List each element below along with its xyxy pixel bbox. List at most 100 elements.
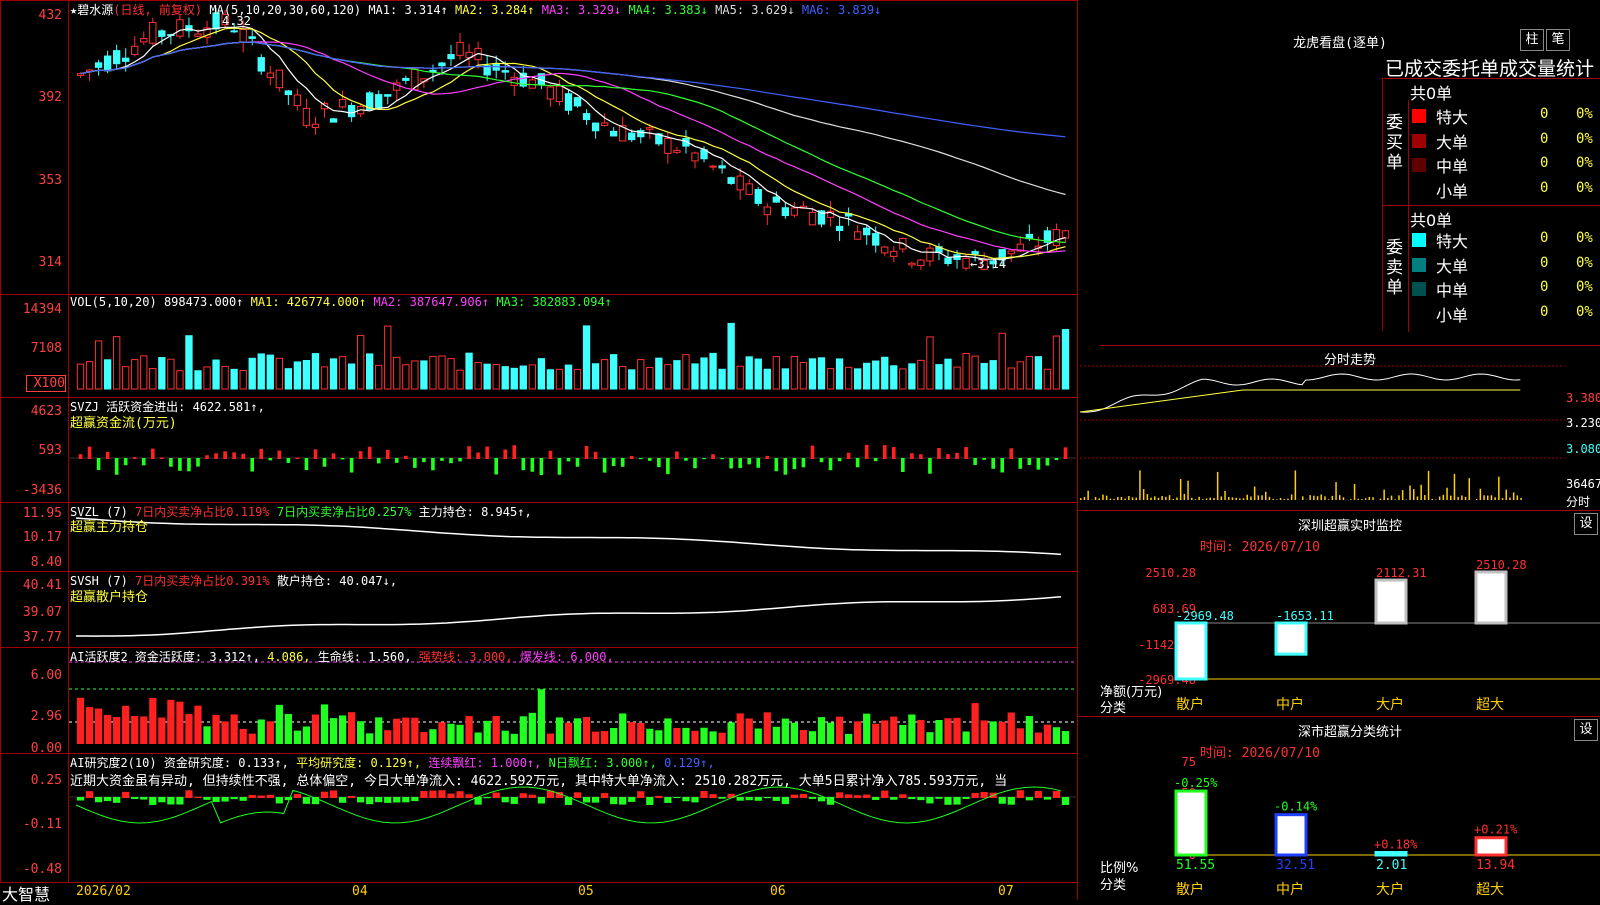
intraday-volume-bar [1269,497,1271,500]
intraday-volume-bar [1176,497,1178,500]
intraday-volume-bar [1113,499,1115,500]
classify-value-label: 51.55 [1176,858,1215,873]
intraday-volume-bar [1136,498,1138,500]
intraday-volume-bar [1261,495,1263,500]
intraday-volume-bar [1247,495,1249,500]
intraday-volume-bar [1428,471,1430,500]
intraday-volume-bar [1169,495,1171,500]
intraday-volume-bar [1147,494,1149,500]
intraday-volume-bar [1195,499,1197,500]
intraday-volume-bar [1180,479,1182,500]
monitor-bar [1276,623,1306,654]
intraday-volume-bar [1198,497,1200,500]
monitor-bar-label: -1653.11 [1276,609,1334,623]
intraday-volume-bar [1132,497,1134,500]
intraday-volume-bar [1280,498,1282,500]
intraday-volume-bar [1358,499,1360,500]
intraday-volume-bar [1158,498,1160,500]
classify-value-label: 13.94 [1476,858,1515,873]
intraday-volume-bar [1480,489,1482,500]
intraday-volume-bar [1254,487,1256,500]
classify-category-label: 大户 [1376,881,1404,898]
classify-change-label: +0.21% [1474,823,1518,837]
intraday-volume-bar [1454,474,1456,500]
monitor-bar [1476,572,1506,623]
intraday-volume-bar [1121,497,1123,500]
classify-change-label: -0.25% [1174,776,1218,790]
intraday-volume-bar [1391,496,1393,500]
intraday-volume-bar [1139,470,1141,500]
intraday-volume-bar [1161,496,1163,500]
intraday-volume-bar [1446,488,1448,500]
intraday-volume-bar [1173,499,1175,500]
classify-bar [1376,853,1406,855]
intraday-volume-bar [1284,499,1286,500]
intraday-volume-bar [1332,496,1334,500]
intraday-volume-bar [1372,497,1374,500]
intraday-volume-bar [1224,491,1226,500]
intraday-volume-bar [1335,482,1337,500]
right-chart-canvas: -2969.48散户-1653.11中户2112.31大户2510.28超大-0… [0,0,1600,900]
intraday-volume-bar [1450,496,1452,500]
intraday-volume-bar [1413,489,1415,500]
intraday-volume-bar [1424,495,1426,500]
intraday-volume-bar [1287,499,1289,500]
intraday-volume-bar [1213,498,1215,500]
intraday-volume-bar [1443,495,1445,500]
intraday-volume-bar [1184,494,1186,500]
intraday-volume-bar [1513,492,1515,500]
intraday-volume-bar [1520,498,1522,500]
intraday-volume-bar [1483,495,1485,500]
intraday-volume-bar [1361,499,1363,500]
intraday-volume-bar [1365,498,1367,500]
intraday-volume-bar [1457,497,1459,500]
intraday-volume-bar [1309,495,1311,500]
intraday-volume-bar [1258,495,1260,500]
intraday-volume-bar [1302,496,1304,500]
intraday-volume-bar [1339,495,1341,500]
intraday-volume-bar [1243,498,1245,500]
intraday-avg-line [1080,390,1520,412]
intraday-volume-bar [1106,496,1108,500]
monitor-bar-label: -2969.48 [1176,609,1234,623]
intraday-volume-bar [1265,492,1267,500]
intraday-volume-bar [1202,499,1204,500]
intraday-volume-bar [1417,497,1419,500]
classify-category-label: 超大 [1476,882,1504,898]
monitor-category-label: 大户 [1376,696,1404,713]
intraday-volume-bar [1235,498,1237,500]
intraday-volume-bar [1095,497,1097,500]
monitor-bar-label: 2112.31 [1376,566,1427,580]
intraday-volume-bar [1328,499,1330,500]
intraday-volume-bar [1154,496,1156,500]
intraday-price-line [1080,374,1520,412]
intraday-volume-bar [1276,499,1278,500]
intraday-volume-bar [1272,499,1274,500]
intraday-volume-bar [1165,497,1167,500]
intraday-volume-bar [1239,498,1241,500]
intraday-volume-bar [1191,498,1193,500]
monitor-bar-label: 2510.28 [1476,558,1527,572]
intraday-volume-bar [1432,499,1434,500]
intraday-volume-bar [1509,498,1511,500]
intraday-volume-bar [1491,495,1493,500]
intraday-volume-bar [1206,498,1208,500]
intraday-volume-bar [1383,490,1385,500]
intraday-volume-bar [1398,495,1400,500]
monitor-bar [1176,623,1206,679]
intraday-volume-bar [1343,497,1345,500]
intraday-volume-bar [1461,495,1463,500]
intraday-volume-bar [1187,481,1189,500]
classify-value-label: 2.01 [1376,858,1407,873]
intraday-volume-bar [1210,498,1212,500]
classify-change-label: -0.14% [1274,800,1318,814]
intraday-volume-bar [1102,495,1104,500]
intraday-volume-bar [1110,499,1112,500]
classify-bar [1276,815,1306,855]
intraday-volume-bar [1117,497,1119,500]
classify-change-label: +0.18% [1374,838,1418,852]
intraday-volume-bar [1324,496,1326,500]
intraday-volume-bar [1099,498,1101,500]
intraday-volume-bar [1387,498,1389,500]
intraday-volume-bar [1150,498,1152,500]
